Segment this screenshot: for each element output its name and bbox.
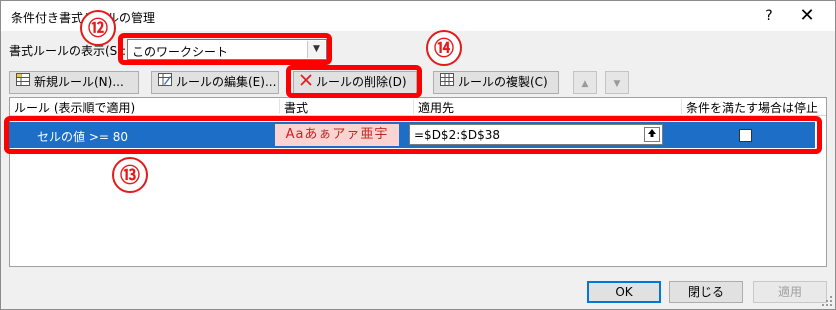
header-stop-if-true: 条件を満たす場合は停止 [686, 101, 819, 115]
list-header: ルール (表示順で適用) 書式 適用先 条件を満たす場合は停止 [10, 98, 826, 116]
title-bar: 条件付き書式ルールの管理 ? ✕ [1, 1, 835, 31]
move-down-button[interactable]: ▼ [605, 71, 629, 94]
duplicate-rule-button[interactable]: ルールの複製(C) [433, 71, 559, 94]
new-rule-icon [16, 72, 30, 93]
chevron-down-icon[interactable]: ▼ [307, 41, 325, 58]
duplicate-rule-label: ルールの複製(C) [458, 75, 548, 89]
delete-rule-button[interactable]: ルールの削除(D) [293, 71, 417, 94]
stop-if-true-checkbox[interactable] [739, 129, 752, 142]
apply-button[interactable]: 適用 [753, 281, 827, 303]
ok-button[interactable]: OK [587, 281, 661, 303]
show-rules-dropdown[interactable]: このワークシート ▼ [127, 39, 327, 60]
delete-icon [300, 72, 312, 93]
new-rule-button[interactable]: 新規ルール(N)... [9, 71, 139, 94]
close-window-button[interactable]: ✕ [793, 5, 821, 27]
edit-rule-button[interactable]: ルールの編集(E)... [151, 71, 279, 94]
header-format: 書式 [280, 99, 414, 115]
edit-rule-label: ルールの編集(E)... [176, 75, 277, 89]
annotation-badge-12: ⑫ [80, 10, 116, 46]
annotation-badge-14: ⑭ [426, 30, 462, 66]
duplicate-icon [440, 72, 454, 93]
edit-rule-icon [158, 72, 172, 93]
applies-to-input[interactable]: =$D$2:$D$38 [409, 124, 663, 145]
delete-rule-label: ルールの削除(D) [316, 75, 407, 89]
move-up-button[interactable]: ▲ [573, 71, 597, 94]
resize-grip-icon[interactable] [822, 296, 832, 306]
rule-condition: セルの値 >= 80 [37, 130, 129, 144]
new-rule-label: 新規ルール(N)... [34, 75, 124, 89]
close-button[interactable]: 閉じる [669, 281, 743, 303]
format-preview: Aaあぁアァ亜宇 [275, 124, 399, 146]
help-button[interactable]: ? [759, 6, 779, 26]
arrow-up-icon: ▲ [581, 79, 589, 89]
header-rule: ルール (表示順で適用) [10, 99, 280, 115]
header-applies-to: 適用先 [414, 99, 682, 115]
conditional-format-dialog: 条件付き書式ルールの管理 ? ✕ 書式ルールの表示(S): このワークシート ▼… [0, 0, 836, 310]
arrow-down-icon: ▼ [613, 79, 621, 89]
show-rules-label: 書式ルールの表示(S): [9, 44, 127, 58]
show-rules-value: このワークシート [132, 45, 229, 59]
annotation-badge-13: ⑬ [112, 157, 148, 193]
applies-to-value: =$D$2:$D$38 [414, 128, 501, 142]
collapse-dialog-icon[interactable] [644, 127, 660, 142]
rule-row[interactable]: セルの値 >= 80 Aaあぁアァ亜宇 =$D$2:$D$38 [5, 122, 815, 148]
